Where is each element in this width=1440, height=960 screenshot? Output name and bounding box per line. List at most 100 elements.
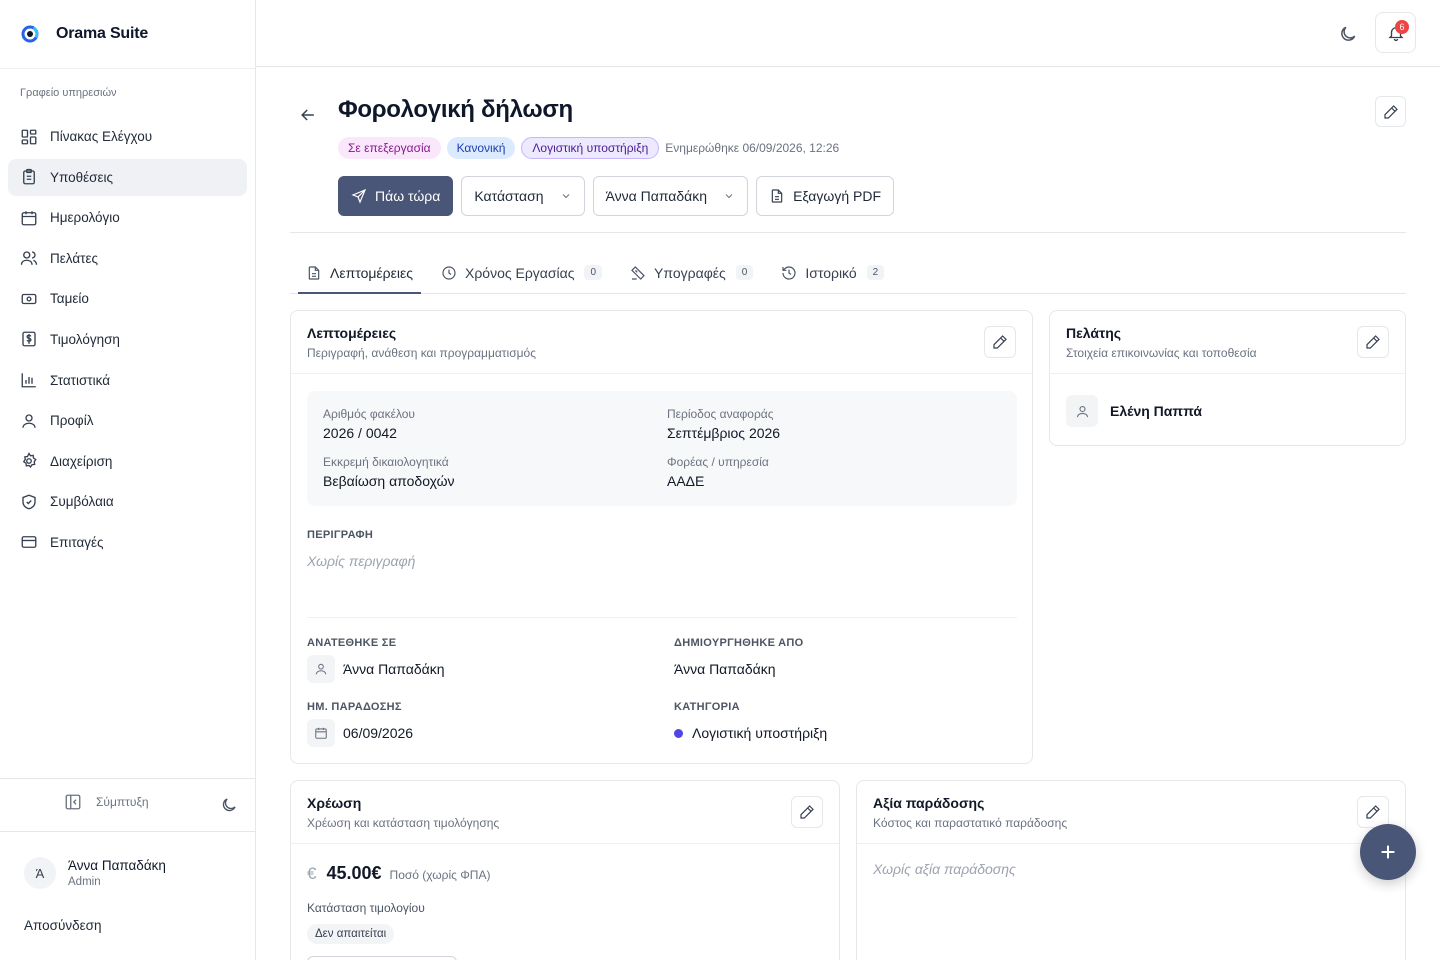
- edit-details-button[interactable]: [984, 326, 1016, 358]
- sidebar-item-label: Πίνακας Ελέγχου: [50, 129, 153, 144]
- client-name: Ελένη Παππά: [1110, 403, 1203, 419]
- pencil-icon: [1366, 805, 1380, 819]
- calendar-icon: [315, 727, 327, 739]
- divider: [0, 778, 255, 779]
- clock-icon: [442, 265, 456, 280]
- status-dropdown[interactable]: Κατάσταση: [461, 176, 585, 216]
- edit-case-button[interactable]: [1375, 96, 1406, 127]
- category-color-dot: [674, 728, 683, 738]
- euro-icon: €: [307, 864, 317, 883]
- sidebar-item-invoicing[interactable]: Τιμολόγηση: [8, 321, 247, 358]
- sidebar-item-label: Ημερολόγιο: [50, 210, 120, 226]
- tab-bar: Λεπτομέρειες Χρόνος Εργασίας 0 Υπογραφές…: [290, 252, 1406, 294]
- field-value: ΑΑΔΕ: [667, 473, 705, 489]
- sidebar-item-profile[interactable]: Προφίλ: [8, 402, 247, 439]
- logout-button[interactable]: Αποσύνδεση: [24, 918, 101, 933]
- client-row[interactable]: Ελένη Παππά: [1066, 395, 1202, 427]
- sidebar-item-label: Υποθέσεις: [50, 169, 114, 185]
- sidebar-item-dashboard[interactable]: Πίνακας Ελέγχου: [8, 118, 247, 155]
- edit-client-button[interactable]: [1357, 326, 1389, 358]
- export-pdf-label: Εξαγωγή PDF: [793, 188, 881, 204]
- user-name: Άννα Παπαδάκη: [68, 858, 166, 873]
- sidebar-item-contracts[interactable]: Συμβόλαια: [8, 483, 247, 520]
- assigned-label: ΑΝΑΤΕΘΗΚΕ ΣΕ: [307, 637, 397, 649]
- history-icon: [782, 265, 796, 280]
- sidebar-item-label: Διαχείριση: [50, 453, 113, 469]
- file-number-field: Αριθμός φακέλου 2026 / 0042: [323, 407, 415, 441]
- description-empty: Χωρίς περιγραφή: [307, 553, 416, 569]
- sidebar-section-label: Γραφείο υπηρεσιών: [20, 87, 117, 99]
- user-icon: [315, 663, 327, 675]
- field-label: Φορέας / υπηρεσία: [667, 455, 769, 469]
- pencil-icon: [800, 805, 814, 819]
- go-now-label: Πάω τώρα: [375, 188, 441, 204]
- field-value: Βεβαίωση αποδοχών: [323, 473, 455, 489]
- calendar-icon-box: [307, 719, 335, 747]
- users-icon: [20, 251, 38, 266]
- status-dropdown-label: Κατάσταση: [474, 188, 544, 204]
- back-arrow-icon[interactable]: [298, 105, 318, 125]
- tab-count: 2: [866, 265, 885, 280]
- export-pdf-button[interactable]: Εξαγωγή PDF: [756, 176, 894, 216]
- credit-card-icon: [21, 536, 37, 549]
- card-title: Πελάτης: [1066, 325, 1122, 341]
- due-date: 06/09/2026: [307, 719, 413, 747]
- sidebar-item-statistics[interactable]: Στατιστικά: [8, 362, 247, 399]
- tab-history[interactable]: Ιστορικό 2: [773, 252, 892, 293]
- sidebar-item-label: Ταμείο: [50, 291, 89, 307]
- description-label: ΠΕΡΙΓΡΑΦΗ: [307, 529, 374, 541]
- tab-count: 0: [584, 265, 603, 280]
- tab-label: Χρόνος Εργασίας: [464, 264, 575, 281]
- invoice-status-badge: Δεν απαιτείται: [307, 924, 395, 944]
- sidebar-item-management[interactable]: Διαχείριση: [8, 443, 247, 480]
- card-subtitle: Στοιχεία επικοινωνίας και τοποθεσία: [1066, 346, 1257, 360]
- tab-work-time[interactable]: Χρόνος Εργασίας 0: [433, 252, 610, 293]
- signature-icon: [631, 265, 645, 280]
- brand[interactable]: Orama Suite: [0, 0, 255, 69]
- sidebar-item-checks[interactable]: Επιταγές: [8, 524, 247, 561]
- user-menu[interactable]: Ά Άννα Παπαδάκη Admin: [24, 857, 166, 889]
- assignee-dropdown-label: Άννα Παπαδάκη: [605, 188, 708, 204]
- user-icon-box: [307, 655, 335, 683]
- divider: [0, 831, 255, 832]
- sidebar-item-label: Συμβόλαια: [50, 494, 114, 510]
- status-badge: Σε επεξεργασία: [338, 137, 441, 159]
- moon-icon[interactable]: [1338, 24, 1358, 44]
- moon-icon[interactable]: [220, 796, 238, 814]
- page-title: Φορολογική δήλωση: [338, 96, 573, 123]
- edit-charge-button[interactable]: [791, 796, 823, 828]
- notification-count-badge: 6: [1395, 20, 1409, 34]
- assignee-dropdown[interactable]: Άννα Παπαδάκη: [592, 176, 749, 216]
- sidebar-item-calendar[interactable]: Ημερολόγιο: [8, 199, 247, 236]
- collapse-label: Σύμπτυξη: [96, 795, 149, 809]
- sidebar-item-clients[interactable]: Πελάτες: [8, 240, 247, 277]
- action-bar: Πάω τώρα Κατάσταση Άννα Παπαδάκη Εξαγωγή…: [338, 176, 902, 216]
- due-date-value: 06/09/2026: [343, 725, 414, 741]
- sidebar-item-cashbox[interactable]: Ταμείο: [8, 280, 247, 317]
- avatar: Ά: [24, 857, 56, 889]
- go-now-button[interactable]: Πάω τώρα: [338, 176, 454, 216]
- assigned-user[interactable]: Άννα Παπαδάκη: [307, 655, 445, 683]
- tab-signatures[interactable]: Υπογραφές 0: [622, 252, 761, 293]
- collapse-sidebar-button[interactable]: Σύμπτυξη: [64, 793, 149, 811]
- pencil-icon: [993, 335, 1007, 349]
- card-subtitle: Χρέωση και κατάσταση τιμολόγησης: [307, 816, 500, 830]
- details-card: Λεπτομέρειες Περιγραφή, ανάθεση και προγ…: [290, 310, 1033, 764]
- sidebar-item-cases[interactable]: Υποθέσεις: [8, 158, 247, 196]
- updated-timestamp: Ενημερώθηκε 06/09/2026, 12:26: [665, 141, 840, 155]
- invoice-action-button[interactable]: [307, 956, 457, 960]
- assigned-user-name: Άννα Παπαδάκη: [343, 661, 445, 677]
- topbar: 6: [256, 0, 1440, 67]
- card-header: Χρέωση Χρέωση και κατάσταση τιμολόγησης: [291, 781, 839, 844]
- tab-label: Ιστορικό: [805, 264, 857, 281]
- tab-details[interactable]: Λεπτομέρειες: [298, 252, 421, 294]
- delivery-empty: Χωρίς αξία παράδοσης: [873, 861, 1016, 877]
- notifications-button[interactable]: 6: [1375, 12, 1416, 53]
- user-icon-box: [1066, 395, 1098, 427]
- dashboard-icon: [21, 129, 37, 144]
- gear-icon: [22, 452, 37, 469]
- charge-card: Χρέωση Χρέωση και κατάσταση τιμολόγησης …: [290, 780, 840, 960]
- pencil-icon: [1383, 104, 1398, 119]
- add-fab-button[interactable]: [1360, 824, 1416, 880]
- created-by-name: Άννα Παπαδάκη: [674, 661, 776, 677]
